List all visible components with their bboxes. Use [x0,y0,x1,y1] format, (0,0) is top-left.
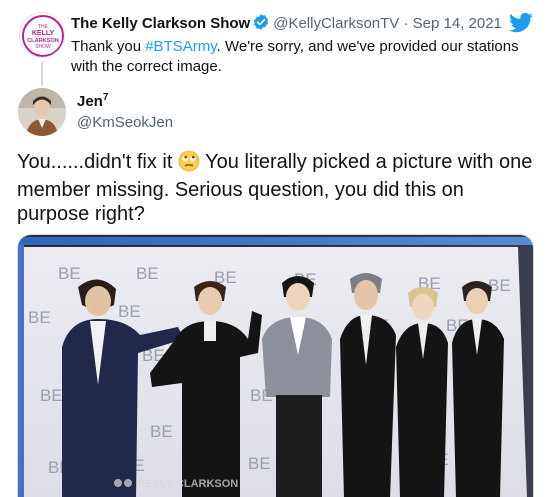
display-name-text: Jen [77,93,103,110]
tweet-handle[interactable]: @KmSeokJen [77,114,173,131]
display-name-superscript: 7 [102,92,109,103]
backdrop-text: BE [118,302,141,321]
backdrop-text: BE [28,308,51,327]
backdrop-text: BE [136,264,159,283]
quoted-display-name[interactable]: The Kelly Clarkson Show [71,15,250,32]
kelly-clarkson-avatar[interactable]: THE KELLY CLARKSON SHOW [19,12,65,58]
backdrop-text: BE [488,276,511,295]
watermark-text: KELLY CLARKSON [138,478,238,490]
quoted-text-before: Thank you [71,38,146,55]
quoted-tweet-text: Thank you #BTSArmy. We're sorry, and we'… [71,37,521,77]
jen-avatar[interactable] [18,88,66,136]
backdrop-text: BE [58,264,81,283]
twitter-bird-icon[interactable] [509,12,533,38]
quoted-date[interactable]: Sep 14, 2021 [413,15,502,32]
rolling-eyes-emoji-icon [178,150,200,178]
quoted-handle[interactable]: @KellyClarksonTV [273,15,399,32]
tweet-page: THE KELLY CLARKSON SHOW The Kelly Clarks… [0,0,551,497]
tv-photo-illustration: BE BE BE BE BE BE BE BE BE BE BE BE BE B… [18,235,533,497]
hashtag-link[interactable]: #BTSArmy [145,38,216,55]
tweet-body: You......didn't fix it You literally pic… [17,150,537,226]
quoted-tweet-header: The Kelly Clarkson Show @KellyClarksonTV … [71,13,502,37]
tweet-text-part1: You......didn't fix it [17,151,173,173]
backdrop-text: BE [248,454,271,473]
backdrop-text: BE [40,386,63,405]
backdrop-text: BE [150,422,173,441]
verified-badge-icon [252,13,270,37]
avatar-text-4: SHOW [35,44,51,50]
tweet-display-name[interactable]: Jen7 [77,92,108,110]
tweet-photo[interactable]: BE BE BE BE BE BE BE BE BE BE BE BE BE B… [17,234,534,497]
separator-dot: · [403,15,409,32]
avatar-text-2: KELLY [32,30,55,37]
thread-connector-line [41,62,43,86]
quoted-tweet[interactable]: THE KELLY CLARKSON SHOW The Kelly Clarks… [0,0,551,86]
